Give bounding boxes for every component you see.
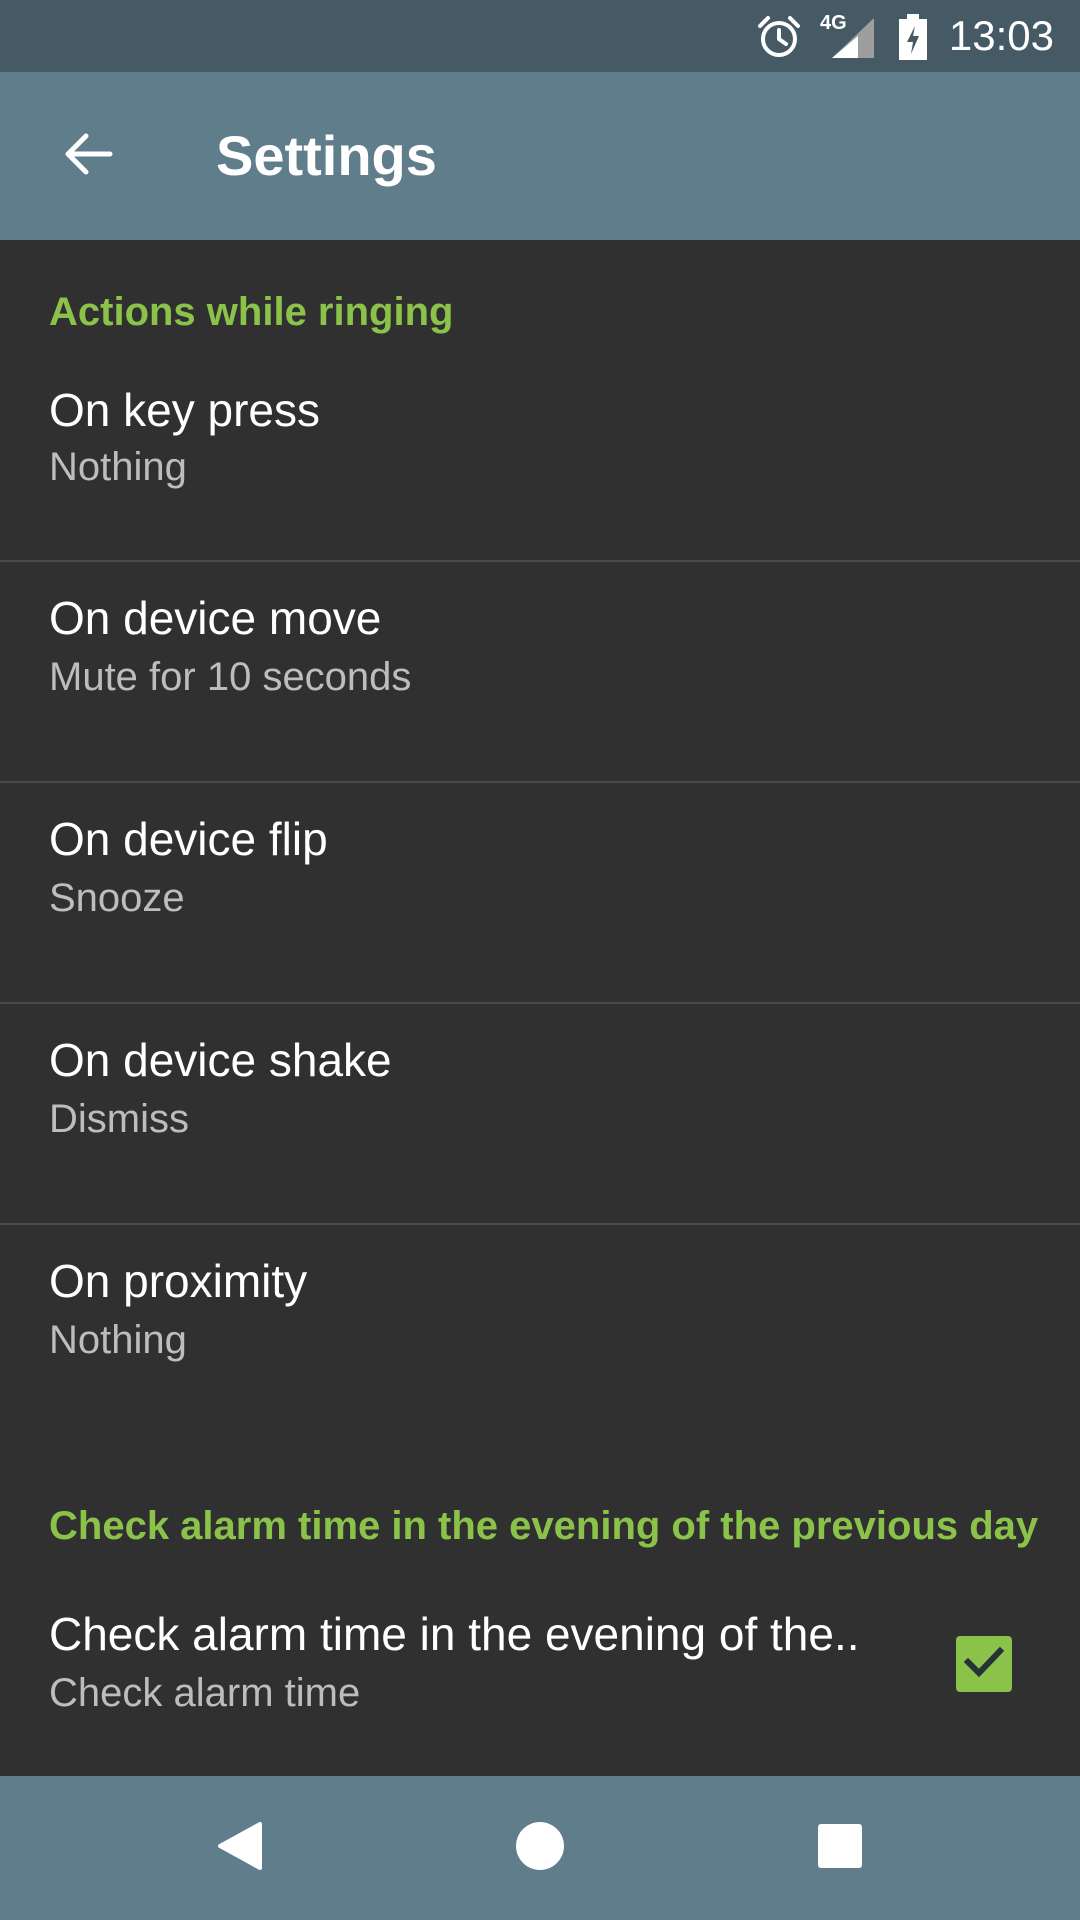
pref-on-device-shake[interactable]: On device shake Dismiss (0, 1004, 1080, 1224)
back-button[interactable] (40, 108, 136, 204)
page-title: Settings (216, 124, 437, 187)
pref-summary: Mute for 10 seconds (49, 655, 412, 699)
pref-title: Check alarm time in the evening of the.. (49, 1608, 860, 1660)
back-nav-icon (212, 1818, 268, 1879)
pref-title: On device flip (49, 813, 328, 865)
pref-check-alarm-time[interactable]: Check alarm time in the evening of the..… (0, 1570, 1080, 1774)
pref-title: On device shake (49, 1034, 392, 1086)
pref-title: On key press (49, 384, 320, 436)
app-bar: Settings (0, 72, 1080, 240)
section-header-actions-while-ringing: Actions while ringing (49, 290, 454, 334)
pref-title: On device move (49, 592, 382, 644)
pref-title: On proximity (49, 1255, 308, 1307)
recents-nav-icon (814, 1820, 866, 1877)
status-time: 13:03 (948, 12, 1054, 59)
pref-summary: Nothing (49, 445, 187, 489)
battery-charging-icon (898, 14, 928, 65)
section-header-check-alarm-time: Check alarm time in the evening of the p… (49, 1504, 1039, 1548)
pref-summary: Dismiss (49, 1097, 189, 1141)
pref-on-key-press[interactable]: On key press Nothing (0, 362, 1080, 560)
nav-recents-button[interactable] (792, 1800, 888, 1896)
pref-on-device-flip[interactable]: On device flip Snooze (0, 783, 1080, 1003)
home-nav-icon (512, 1818, 568, 1879)
pref-summary: Snooze (49, 876, 185, 920)
status-bar: 4G 13:03 (0, 0, 1080, 72)
network-type-label: 4G (820, 12, 847, 34)
check-alarm-time-checkbox[interactable] (956, 1636, 1012, 1692)
arrow-back-icon (60, 126, 116, 187)
pref-summary: Nothing (49, 1318, 187, 1362)
alarm-clock-icon (756, 14, 802, 65)
pref-on-proximity[interactable]: On proximity Nothing (0, 1225, 1080, 1445)
pref-on-device-move[interactable]: On device move Mute for 10 seconds (0, 562, 1080, 782)
settings-list: Actions while ringing On key press Nothi… (0, 240, 1080, 1776)
pref-summary: Check alarm time (49, 1671, 361, 1715)
checkmark-icon (962, 1640, 1006, 1689)
navigation-bar (0, 1776, 1080, 1920)
nav-home-button[interactable] (492, 1800, 588, 1896)
nav-back-button[interactable] (192, 1800, 288, 1896)
